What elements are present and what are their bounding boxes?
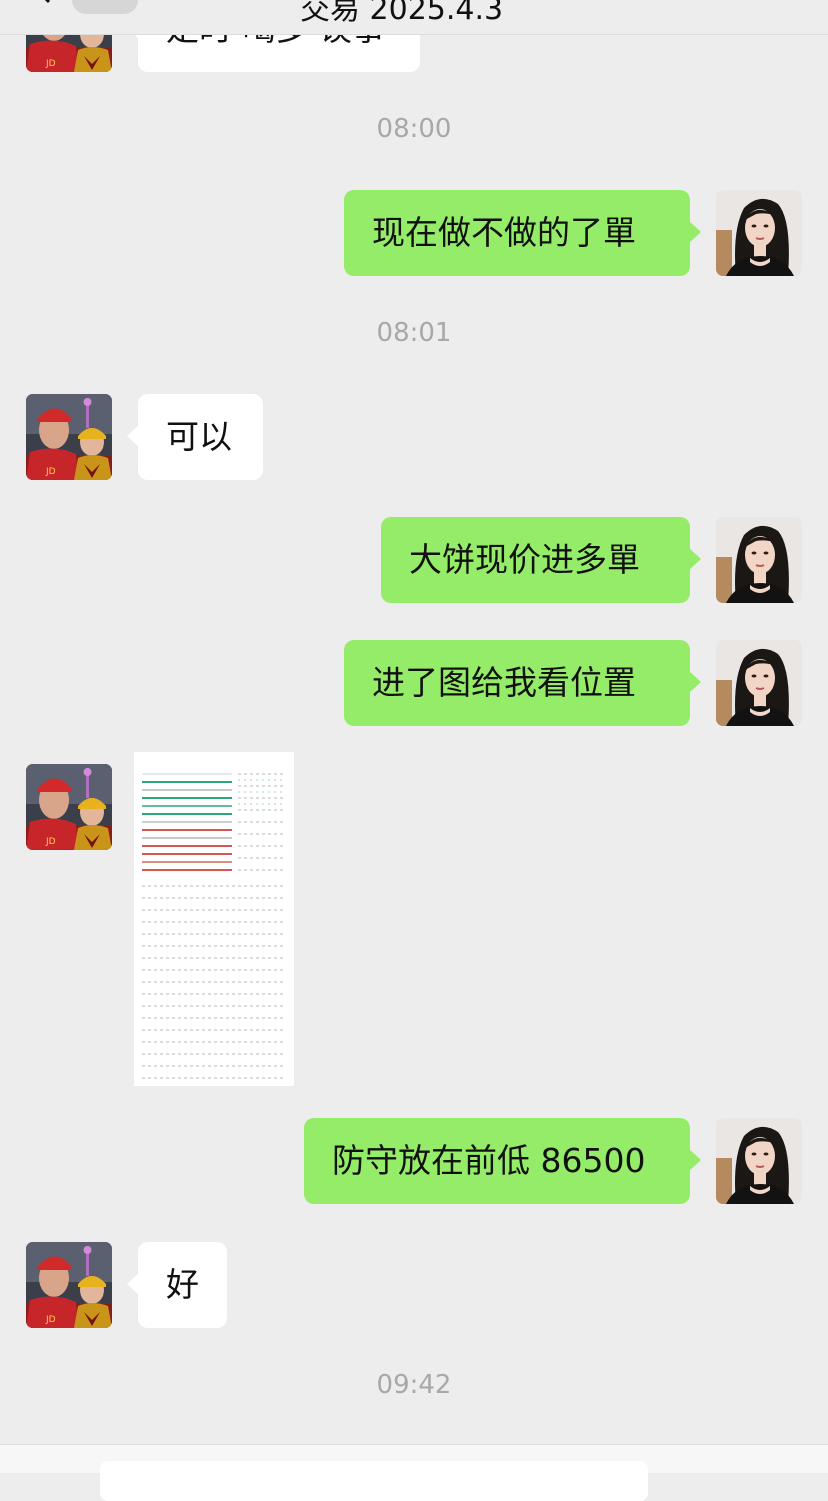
input-bar (0, 1444, 828, 1501)
self-avatar-icon[interactable] (716, 190, 802, 276)
chat-title: 交易 2025.4.3 (300, 0, 504, 27)
message-text: 现在做不做的了單 (372, 213, 636, 252)
contact-avatar-icon[interactable] (26, 394, 112, 480)
self-avatar-icon[interactable] (716, 517, 802, 603)
self-avatar-icon[interactable] (716, 1118, 802, 1204)
message-text: 防守放在前低 86500 (332, 1141, 646, 1180)
unread-count-pill[interactable] (72, 0, 138, 14)
contact-avatar-icon[interactable] (26, 1242, 112, 1328)
message-text: 好 (166, 1265, 199, 1304)
message-timestamp: 08:01 (376, 318, 452, 348)
message-text: 可以 (166, 417, 232, 456)
outgoing-message-bubble[interactable]: 大饼现价进多單 (381, 517, 701, 603)
incoming-message-bubble[interactable]: 好 (127, 1242, 227, 1328)
incoming-message-bubble[interactable]: 可以 (127, 394, 263, 480)
self-avatar-icon[interactable] (716, 640, 802, 726)
chat-header: 交易 2025.4.3 (0, 0, 828, 35)
contact-avatar-icon[interactable] (26, 764, 112, 850)
message-text: 大饼现价进多單 (409, 540, 640, 579)
outgoing-message-bubble[interactable]: 进了图给我看位置 (344, 640, 701, 726)
message-timestamp: 08:00 (376, 114, 452, 144)
message-input[interactable] (100, 1461, 648, 1501)
outgoing-message-bubble[interactable]: 现在做不做的了單 (344, 190, 701, 276)
image-message[interactable] (134, 752, 294, 1086)
blurred-trading-screenshot-icon (134, 752, 294, 1086)
chevron-left-icon[interactable] (34, 0, 56, 4)
message-timestamp: 09:42 (376, 1370, 452, 1400)
outgoing-message-bubble[interactable]: 防守放在前低 86500 (304, 1118, 701, 1204)
message-text: 进了图给我看位置 (372, 663, 636, 702)
